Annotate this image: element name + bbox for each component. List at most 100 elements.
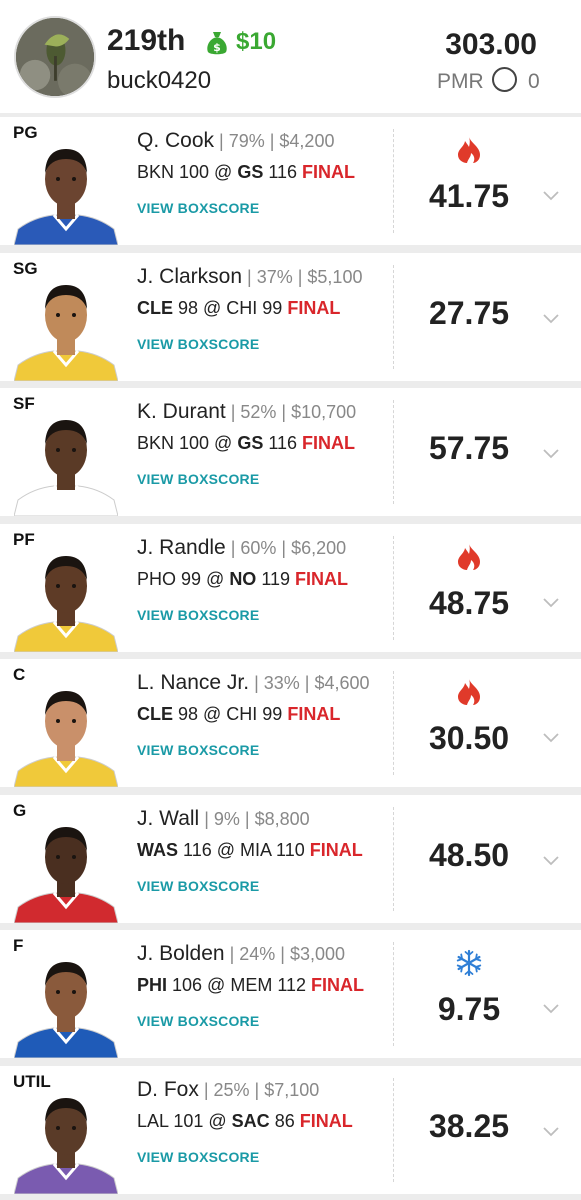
game-status: FINAL (302, 162, 356, 182)
chevron-down-icon[interactable] (543, 1127, 559, 1137)
player-headshot-image (14, 420, 118, 516)
lineup-row[interactable]: PG Q. Cook | 79% | $4,200 BKN 100 @ GS 116… (0, 117, 581, 245)
player-name[interactable]: Q. Cook (137, 129, 214, 152)
player-info-line: Q. Cook | 79% | $4,200 (137, 129, 334, 153)
chevron-down-icon[interactable] (543, 191, 559, 201)
player-info-line: J. Wall | 9% | $8,800 (137, 807, 310, 831)
away-score: 99 @ (176, 569, 230, 589)
player-headshot-image (14, 285, 118, 381)
column-divider (393, 129, 394, 233)
player-name[interactable]: D. Fox (137, 1078, 199, 1101)
home-team: CHI (226, 704, 258, 724)
view-boxscore-link[interactable]: VIEW BOXSCORE (137, 878, 259, 894)
player-ownership-salary: | 60% | $6,200 (225, 538, 347, 558)
lineup-row[interactable]: SG J. Clarkson | 37% | $5,100 CLE 98 @ CHI… (0, 253, 581, 381)
chevron-down-icon[interactable] (543, 1004, 559, 1014)
lineup-row[interactable]: F J. Bolden | 24% | $3,000 PHI 106 @ MEM 1… (0, 930, 581, 1058)
away-score: 106 @ (167, 975, 231, 995)
player-fantasy-points: 48.75 (428, 585, 510, 621)
game-status: FINAL (299, 1111, 353, 1131)
player-info-line: L. Nance Jr. | 33% | $4,600 (137, 671, 370, 695)
player-name[interactable]: L. Nance Jr. (137, 671, 249, 694)
view-boxscore-link[interactable]: VIEW BOXSCORE (137, 200, 259, 216)
player-ownership-salary: | 37% | $5,100 (242, 267, 363, 287)
prize-amount: $10 (236, 28, 277, 55)
player-photo (14, 675, 118, 787)
player-headshot-image (14, 691, 118, 787)
lineup-row[interactable]: PF J. Randle | 60% | $6,200 PHO 99 @ NO 11… (0, 524, 581, 652)
lineup-row[interactable]: UTIL D. Fox | 25% | $7,100 LAL 101 @ SAC 8… (0, 1066, 581, 1194)
player-fantasy-points: 27.75 (428, 295, 510, 331)
column-divider (393, 671, 394, 775)
pmr-value: 0 (528, 70, 540, 93)
home-score: 116 (263, 162, 303, 182)
chevron-down-icon[interactable] (543, 598, 559, 608)
player-fantasy-points: 57.75 (428, 430, 510, 466)
total-points: 303.00 (445, 28, 537, 61)
away-score: 116 @ (178, 840, 240, 860)
player-headshot-image (14, 962, 118, 1058)
home-team: SAC (231, 1111, 270, 1131)
fire-icon (458, 137, 480, 163)
lineup-row[interactable]: C L. Nance Jr. | 33% | $4,600 CLE 98 @ CHI… (0, 659, 581, 787)
player-name[interactable]: J. Wall (137, 807, 199, 830)
home-score: 99 (257, 298, 288, 318)
view-boxscore-link[interactable]: VIEW BOXSCORE (137, 1013, 259, 1029)
pmr-label: PMR (437, 70, 484, 93)
game-result: PHI 106 @ MEM 112 FINAL (137, 975, 364, 996)
player-fantasy-points: 30.50 (428, 720, 510, 756)
player-headshot-image (14, 149, 118, 245)
player-photo (14, 404, 118, 516)
home-score: 112 (272, 975, 312, 995)
game-status: FINAL (295, 569, 349, 589)
away-score: 98 @ (173, 298, 227, 318)
player-ownership-salary: | 24% | $3,000 (224, 944, 345, 964)
player-fantasy-points: 48.50 (428, 837, 510, 873)
game-status: FINAL (287, 298, 341, 318)
away-team: PHO (137, 569, 177, 589)
home-team: NO (229, 569, 257, 589)
lineup-row[interactable]: SF K. Durant | 52% | $10,700 BKN 100 @ GS … (0, 388, 581, 516)
player-name[interactable]: J. Clarkson (137, 265, 242, 288)
game-result: BKN 100 @ GS 116 FINAL (137, 433, 355, 454)
player-info-line: J. Randle | 60% | $6,200 (137, 536, 346, 560)
home-score: 99 (257, 704, 288, 724)
contest-header: 219th $ $10 buck0420 303.00 PMR 0 (0, 0, 581, 113)
player-headshot-image (14, 827, 118, 923)
view-boxscore-link[interactable]: VIEW BOXSCORE (137, 1149, 259, 1165)
player-name[interactable]: J. Randle (137, 536, 226, 559)
away-score: 100 @ (174, 162, 238, 182)
lineup-row[interactable]: G J. Wall | 9% | $8,800 WAS 116 @ MIA 110 … (0, 795, 581, 923)
player-photo (14, 540, 118, 652)
view-boxscore-link[interactable]: VIEW BOXSCORE (137, 336, 259, 352)
user-avatar[interactable] (14, 16, 96, 98)
away-team: BKN (137, 162, 175, 182)
view-boxscore-link[interactable]: VIEW BOXSCORE (137, 742, 259, 758)
player-info-line: J. Clarkson | 37% | $5,100 (137, 265, 362, 289)
chevron-down-icon[interactable] (543, 314, 559, 324)
game-result: LAL 101 @ SAC 86 FINAL (137, 1111, 353, 1132)
player-fantasy-points: 38.25 (428, 1108, 510, 1144)
player-ownership-salary: | 9% | $8,800 (199, 809, 310, 829)
game-status: FINAL (309, 840, 363, 860)
view-boxscore-link[interactable]: VIEW BOXSCORE (137, 471, 259, 487)
away-team: PHI (137, 975, 168, 995)
chevron-down-icon[interactable] (543, 733, 559, 743)
fire-icon (458, 544, 480, 570)
player-photo (14, 811, 118, 923)
column-divider (393, 536, 394, 640)
snowflake-icon (456, 949, 482, 977)
column-divider (393, 807, 394, 911)
chevron-down-icon[interactable] (543, 449, 559, 459)
player-fantasy-points: 9.75 (437, 991, 501, 1027)
svg-text:$: $ (213, 41, 221, 54)
game-result: WAS 116 @ MIA 110 FINAL (137, 840, 363, 861)
chevron-down-icon[interactable] (543, 856, 559, 866)
player-ownership-salary: | 79% | $4,200 (214, 131, 335, 151)
player-name[interactable]: J. Bolden (137, 942, 225, 965)
column-divider (393, 265, 394, 369)
view-boxscore-link[interactable]: VIEW BOXSCORE (137, 607, 259, 623)
player-name[interactable]: K. Durant (137, 400, 226, 423)
game-status: FINAL (302, 433, 356, 453)
player-fantasy-points: 41.75 (428, 178, 510, 214)
